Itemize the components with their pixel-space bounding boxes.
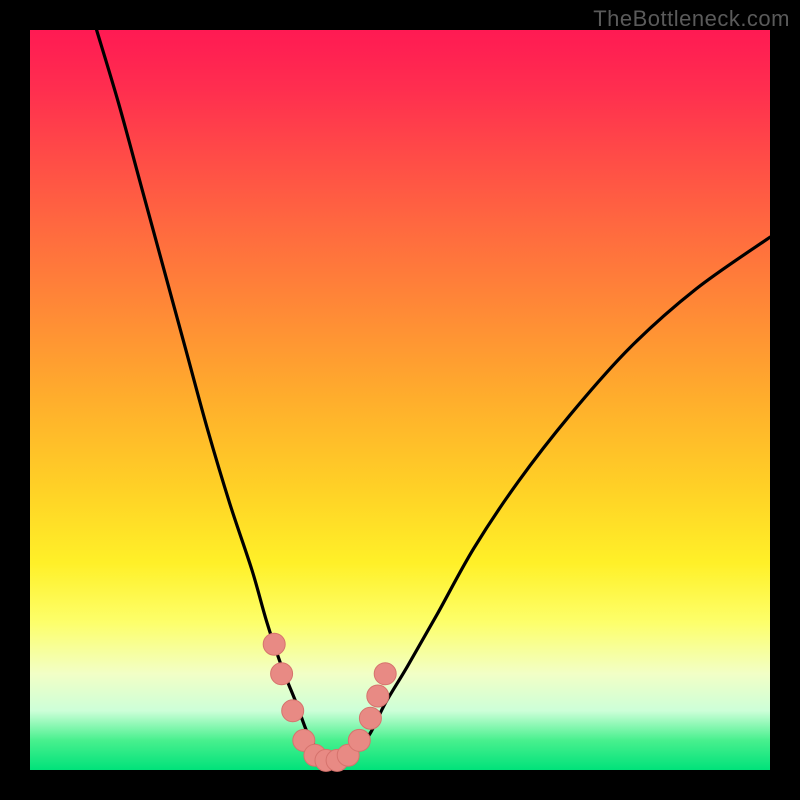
- curve-marker: [367, 685, 389, 707]
- curve-marker: [263, 633, 285, 655]
- curve-marker: [271, 663, 293, 685]
- curve-marker: [348, 729, 370, 751]
- curve-marker: [282, 700, 304, 722]
- chart-svg: [30, 30, 770, 770]
- curve-marker: [374, 663, 396, 685]
- curve-markers: [263, 633, 396, 771]
- chart-frame: TheBottleneck.com: [0, 0, 800, 800]
- curve-marker: [359, 707, 381, 729]
- curve-group: [97, 30, 770, 762]
- watermark-text: TheBottleneck.com: [593, 6, 790, 32]
- bottleneck-curve: [97, 30, 770, 762]
